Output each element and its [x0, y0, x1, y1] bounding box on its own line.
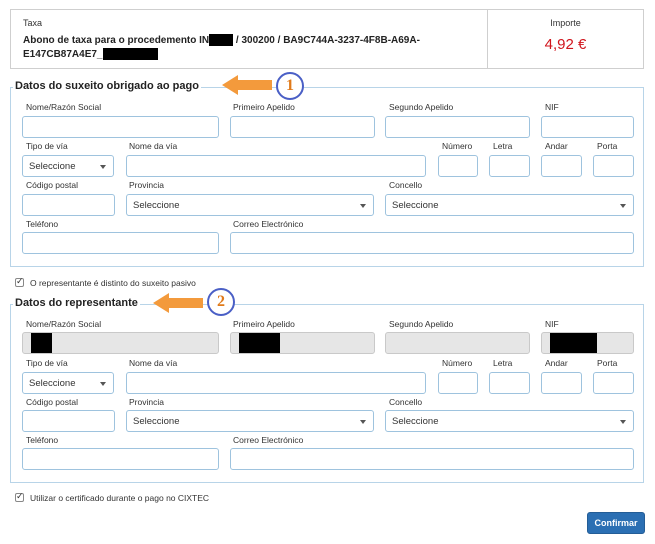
subject-letter-input[interactable] [489, 155, 530, 177]
chevron-down-icon [100, 382, 106, 386]
subject-road-name-label: Nome da vía [129, 141, 178, 151]
subject-floor-label: Andar [545, 141, 568, 151]
rep-nif-label: NIF [545, 319, 559, 329]
subject-surname1-input[interactable] [230, 116, 375, 138]
chevron-down-icon [360, 420, 366, 424]
subject-surname1-label: Primeiro Apelido [233, 102, 295, 112]
subject-nif-label: NIF [545, 102, 559, 112]
representative-section-title: Datos do representante [13, 297, 140, 309]
rep-number-input[interactable] [438, 372, 478, 394]
rep-province-value: Seleccione [133, 416, 180, 427]
subject-name-label: Nome/Razón Social [26, 102, 102, 112]
redacted-block [102, 48, 158, 61]
rep-province-label: Provincia [129, 397, 164, 407]
subject-name-input[interactable] [22, 116, 219, 138]
subject-province-select[interactable]: Seleccione [126, 194, 374, 216]
subject-door-input[interactable] [593, 155, 634, 177]
tax-description-cell: Taxa Abono de taxa para o procedemento I… [11, 10, 487, 68]
rep-floor-input[interactable] [541, 372, 582, 394]
rep-road-type-select[interactable]: Seleccione [22, 372, 114, 394]
confirm-button[interactable]: Confirmar [587, 512, 645, 534]
subject-road-type-label: Tipo de vía [26, 141, 68, 151]
subject-section-title: Datos do suxeito obrigado ao pago [13, 80, 201, 92]
subject-surname2-label: Segundo Apelido [389, 102, 454, 112]
subject-email-label: Correo Electrónico [233, 219, 304, 229]
amount-label: Importe [550, 18, 581, 28]
rep-email-label: Correo Electrónico [233, 435, 304, 445]
redacted-block [550, 333, 597, 353]
subject-road-name-input[interactable] [126, 155, 426, 177]
chevron-down-icon [100, 165, 106, 169]
subject-surname2-input[interactable] [385, 116, 530, 138]
subject-postal-label: Código postal [26, 180, 78, 190]
subject-email-input[interactable] [230, 232, 634, 254]
redacted-block [31, 333, 52, 353]
certificate-label: Utilizar o certificado durante o pago no… [30, 493, 210, 503]
subject-door-label: Porta [597, 141, 618, 151]
rep-letter-label: Letra [493, 358, 513, 368]
subject-province-value: Seleccione [133, 200, 180, 211]
subject-nif-input[interactable] [541, 116, 634, 138]
rep-council-select[interactable]: Seleccione [385, 410, 634, 432]
tax-label: Taxa [23, 18, 43, 28]
rep-postal-label: Código postal [26, 397, 78, 407]
rep-road-name-label: Nome da vía [129, 358, 178, 368]
rep-council-label: Concello [389, 397, 423, 407]
rep-road-type-label: Tipo de vía [26, 358, 68, 368]
rep-province-select[interactable]: Seleccione [126, 410, 374, 432]
rep-door-label: Porta [597, 358, 618, 368]
tax-desc-part2: / 300200 / BA9C744A-3237-4F8B-A69A- [233, 35, 420, 46]
tax-amount-cell: Importe 4,92 € [487, 10, 643, 68]
chevron-down-icon [620, 420, 626, 424]
rep-phone-label: Teléfono [26, 435, 59, 445]
subject-road-type-select[interactable]: Seleccione [22, 155, 114, 177]
rep-nif-input[interactable] [541, 332, 634, 354]
rep-surname1-label: Primeiro Apelido [233, 319, 295, 329]
subject-council-value: Seleccione [392, 200, 439, 211]
subject-council-select[interactable]: Seleccione [385, 194, 634, 216]
rep-name-input[interactable] [22, 332, 219, 354]
certificate-checkbox[interactable] [15, 491, 24, 502]
subject-province-label: Provincia [129, 180, 164, 190]
chevron-down-icon [360, 204, 366, 208]
subject-number-label: Número [442, 141, 473, 151]
rep-door-input[interactable] [593, 372, 634, 394]
rep-name-label: Nome/Razón Social [26, 319, 102, 329]
rep-surname1-input[interactable] [230, 332, 375, 354]
rep-postal-input[interactable] [22, 410, 115, 432]
rep-road-name-input[interactable] [126, 372, 426, 394]
rep-distinct-label: O representante é distinto do suxeito pa… [30, 278, 196, 288]
rep-letter-input[interactable] [489, 372, 530, 394]
rep-phone-input[interactable] [22, 448, 219, 470]
tax-amount: 4,92 € [544, 36, 587, 53]
rep-surname2-label: Segundo Apelido [389, 319, 454, 329]
subject-phone-input[interactable] [22, 232, 219, 254]
subject-floor-input[interactable] [541, 155, 582, 177]
tax-desc-part1: Abono de taxa para o procedemento IN [23, 35, 210, 46]
rep-floor-label: Andar [545, 358, 568, 368]
rep-road-type-value: Seleccione [29, 378, 76, 389]
subject-number-input[interactable] [438, 155, 478, 177]
arrow-left-icon [222, 75, 272, 95]
rep-surname2-input[interactable] [385, 332, 530, 354]
subject-phone-label: Teléfono [26, 219, 59, 229]
rep-number-label: Número [442, 358, 473, 368]
subject-postal-input[interactable] [22, 194, 115, 216]
rep-council-value: Seleccione [392, 416, 439, 427]
tax-summary: Taxa Abono de taxa para o procedemento I… [10, 9, 644, 69]
subject-road-type-value: Seleccione [29, 161, 76, 172]
annotation-circle-1: 1 [276, 72, 304, 100]
annotation-circle-2: 2 [207, 288, 235, 316]
redacted-block [239, 333, 280, 353]
subject-letter-label: Letra [493, 141, 513, 151]
rep-distinct-checkbox[interactable] [15, 276, 24, 287]
redacted-block [209, 34, 234, 47]
tax-description: Abono de taxa para o procedemento IN / 3… [23, 34, 463, 62]
subject-council-label: Concello [389, 180, 423, 190]
tax-desc-part3: E147CB87A4E7_ [23, 49, 103, 60]
rep-email-input[interactable] [230, 448, 634, 470]
arrow-left-icon [153, 293, 203, 313]
chevron-down-icon [620, 204, 626, 208]
